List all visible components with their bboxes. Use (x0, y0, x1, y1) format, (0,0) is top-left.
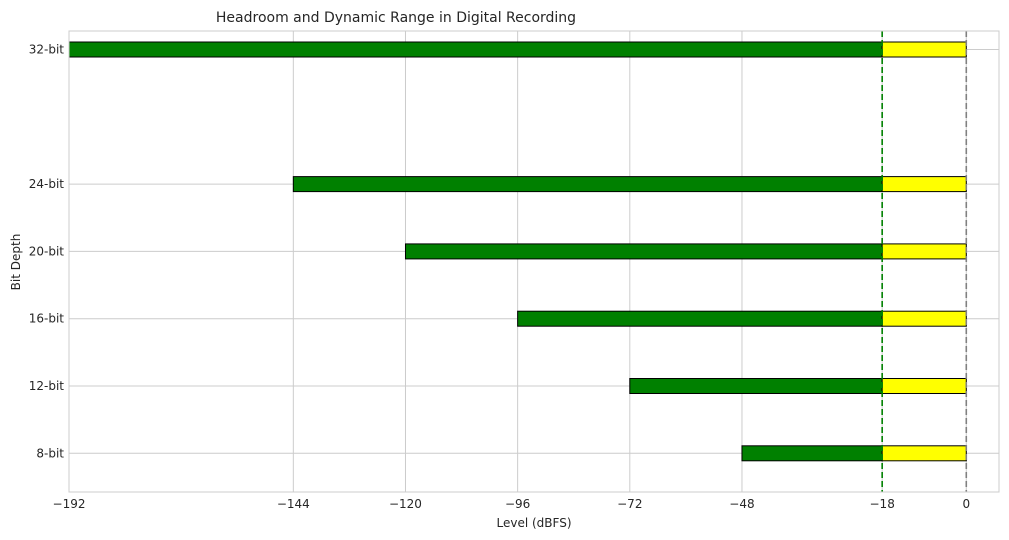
bar-series-0-20-bit (404, 243, 883, 260)
bar-series-1-12-bit (881, 378, 967, 395)
x-tick-label-7: 0 (962, 497, 970, 511)
bar-series-0-8-bit (741, 445, 883, 462)
y-tick-label-2: 16-bit (29, 312, 65, 326)
bar-series-1-24-bit (881, 176, 967, 193)
reference-lines (881, 31, 968, 492)
plot-frame (68, 30, 1000, 493)
chart: −192 −144 −120 −96 −72 −48 −18 0 8-bit 12-bit 16-… (9, 10, 1000, 530)
bar-series-1-16-bit (881, 310, 967, 327)
x-tick-label-1: −144 (277, 497, 310, 511)
x-tick-label-4: −72 (617, 497, 642, 511)
x-tick-label-3: −96 (505, 497, 530, 511)
x-tick-label-5: −48 (729, 497, 754, 511)
x-axis-label: Level (dBFS) (496, 516, 571, 530)
bar-series-0-24-bit (292, 176, 883, 193)
y-tick-label-5: 32-bit (29, 43, 65, 57)
x-tick-label-0: −192 (53, 497, 86, 511)
bar-series-1-32-bit (881, 41, 967, 58)
bar-series-0-12-bit (629, 378, 883, 395)
chart-title: Headroom and Dynamic Range in Digital Re… (216, 10, 576, 26)
grid (68, 31, 999, 492)
bar-series-0-32-bit (68, 41, 883, 58)
x-tick-label-2: −120 (389, 497, 422, 511)
y-tick-label-3: 20-bit (29, 244, 65, 258)
bar-series-1-8-bit (881, 445, 967, 462)
bar-series-0-16-bit (517, 310, 883, 327)
y-axis-label: Bit Depth (9, 234, 23, 291)
y-tick-label-4: 24-bit (29, 177, 65, 191)
y-tick-label-1: 12-bit (29, 379, 65, 393)
x-tick-label-6: −18 (870, 497, 895, 511)
y-tick-label-0: 8-bit (36, 446, 64, 460)
x-tick-labels: −192 −144 −120 −96 −72 −48 −18 0 (53, 497, 971, 511)
y-tick-labels: 8-bit 12-bit 16-bit 20-bit 24-bit 32-bit (29, 43, 65, 461)
bar-series-1-20-bit (881, 243, 967, 260)
